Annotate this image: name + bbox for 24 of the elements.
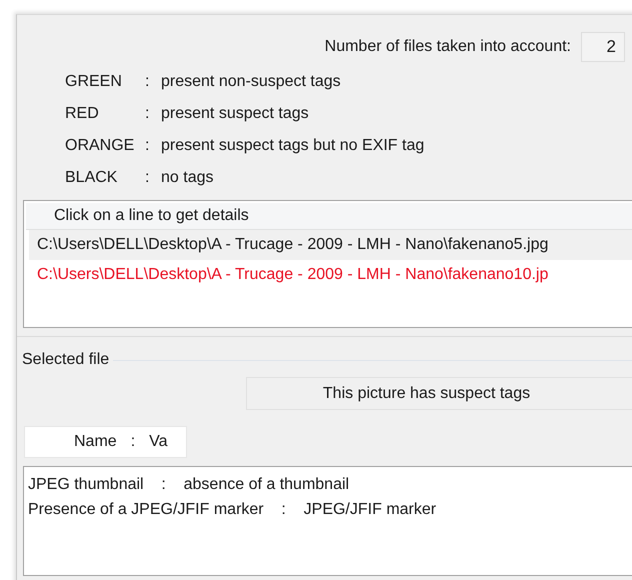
- list-header: Click on a line to get details: [26, 203, 632, 230]
- legend-separator: :: [145, 137, 150, 155]
- legend-description: no tags: [161, 169, 214, 187]
- legend-description: present suspect tags: [161, 105, 309, 123]
- group-title: Selected file: [22, 351, 110, 369]
- detail-line: Presence of a JPEG/JFIF marker : JPEG/JFIF marker: [28, 500, 438, 520]
- legend-separator: :: [145, 73, 150, 91]
- file-count-label: Number of files taken into account:: [324, 38, 571, 56]
- legend-color-name: BLACK: [65, 169, 118, 187]
- legend-description: present non-suspect tags: [161, 73, 341, 91]
- file-list-item[interactable]: C:\Users\DELL\Desktop\A - Trucage - 2009 - LMH - Nano\fakenano5.jpg: [29, 230, 632, 260]
- legend-separator: :: [145, 105, 150, 123]
- legend-color-name: ORANGE: [65, 137, 136, 155]
- file-count-field: 2: [581, 32, 625, 62]
- detail-line: JPEG thumbnail : absence of a thumbnail: [28, 474, 350, 494]
- column-header: Name: [74, 433, 117, 451]
- legend-color-name: RED: [65, 105, 100, 123]
- legend-color-name: GREEN: [65, 73, 123, 91]
- column-header: Va: [149, 433, 168, 451]
- file-list-item[interactable]: C:\Users\DELL\Desktop\A - Trucage - 2009 - LMH - Nano\fakenano10.jp: [29, 260, 632, 290]
- legend-separator: :: [145, 169, 150, 187]
- legend-description: present suspect tags but no EXIF tag: [161, 137, 424, 155]
- column-separator: :: [130, 433, 136, 451]
- status-field: This picture has suspect tags: [246, 377, 632, 410]
